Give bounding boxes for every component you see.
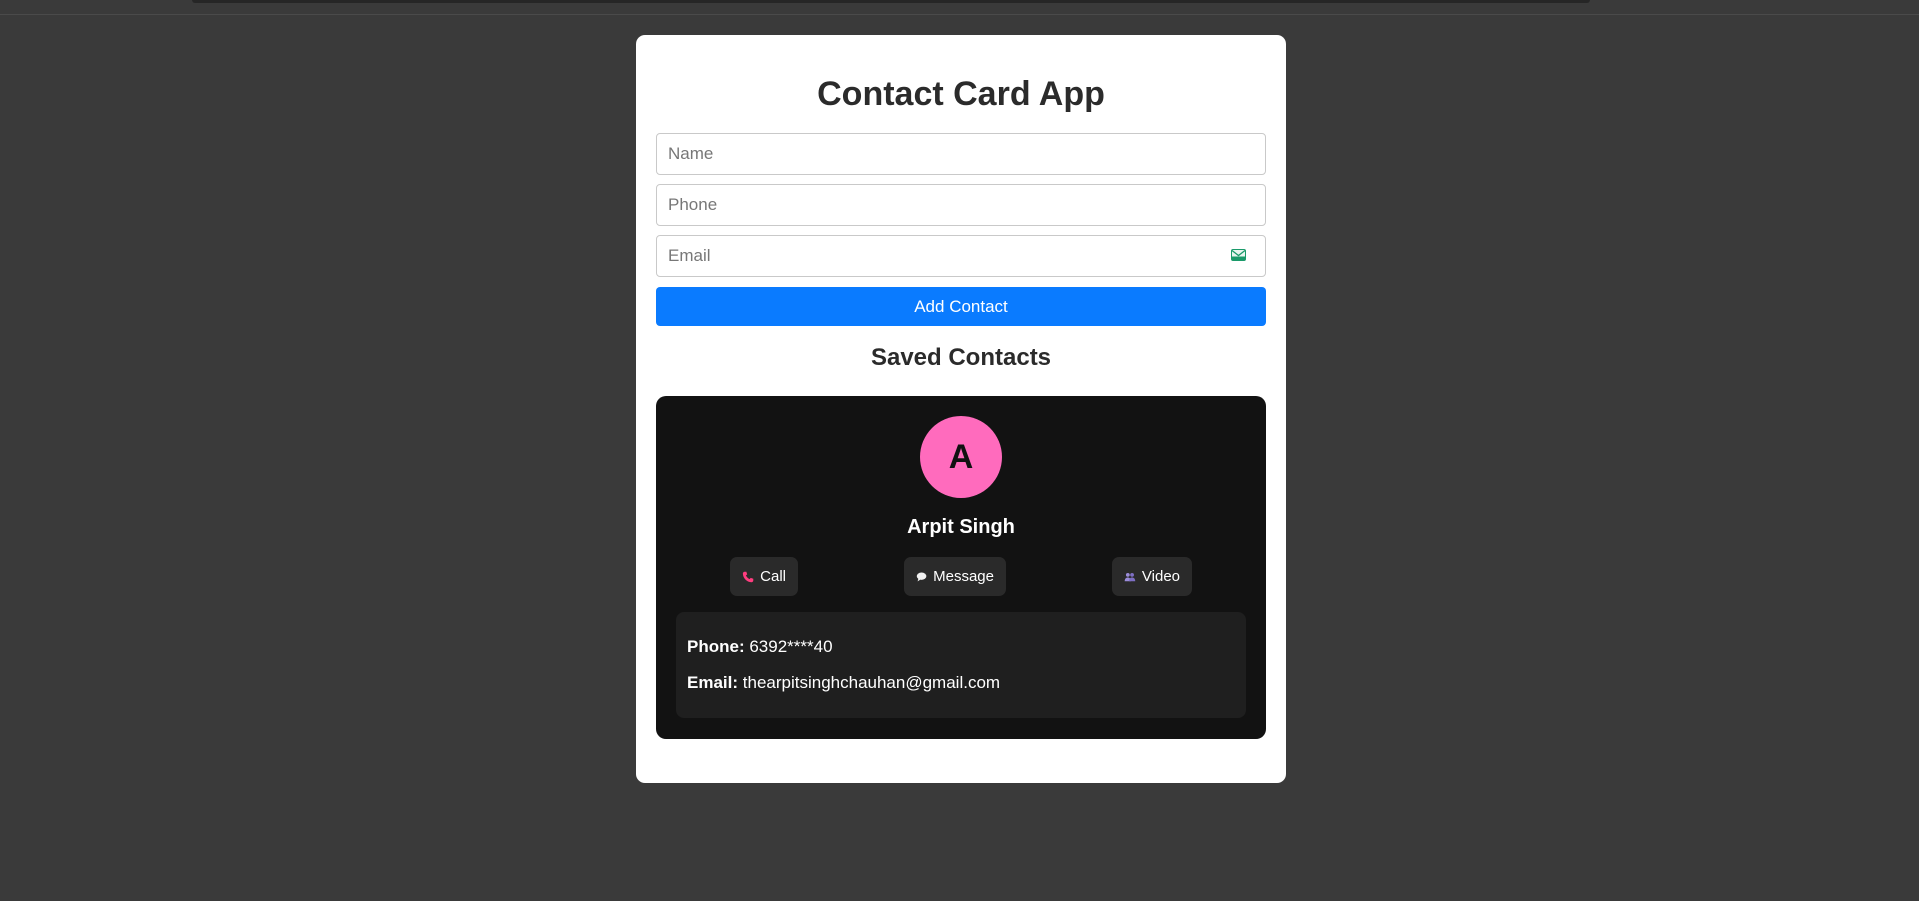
phone-icon: [742, 571, 754, 582]
contact-name: Arpit Singh: [907, 516, 1015, 538]
phone-detail: Phone: 6392****40: [687, 637, 1235, 673]
message-button[interactable]: Message: [904, 557, 1006, 596]
video-button[interactable]: Video: [1112, 557, 1192, 596]
app-title: Contact Card App: [817, 75, 1105, 113]
phone-field[interactable]: [656, 184, 1266, 226]
browser-top-bar: [192, 0, 1590, 3]
phone-input[interactable]: [657, 185, 1265, 225]
people-icon: [1124, 572, 1136, 581]
browser-top-strip: [0, 0, 1919, 15]
contact-details: Phone: 6392****40 Email: thearpitsinghch…: [676, 612, 1246, 718]
email-detail-label: Email:: [687, 673, 739, 692]
name-field[interactable]: [656, 133, 1266, 175]
contact-card: A Arpit Singh Call Message Video Phone: …: [656, 396, 1266, 739]
phone-detail-label: Phone:: [687, 637, 745, 656]
app-card: Contact Card App Add Contact Saved Conta…: [636, 35, 1286, 783]
email-field[interactable]: [656, 235, 1266, 277]
message-label: Message: [933, 568, 994, 585]
email-detail: Email: thearpitsinghchauhan@gmail.com: [687, 673, 1235, 709]
envelope-icon[interactable]: [1231, 249, 1246, 261]
name-input[interactable]: [657, 134, 1265, 174]
saved-contacts-title: Saved Contacts: [870, 344, 1052, 371]
add-contact-button[interactable]: Add Contact: [656, 287, 1266, 326]
call-button[interactable]: Call: [730, 557, 798, 596]
email-input[interactable]: [657, 236, 1265, 276]
phone-detail-value: 6392****40: [749, 637, 833, 656]
video-label: Video: [1141, 568, 1180, 585]
avatar: A: [920, 416, 1002, 498]
email-detail-value: thearpitsinghchauhan@gmail.com: [742, 673, 1001, 692]
speech-bubble-icon: [916, 572, 927, 581]
call-label: Call: [760, 568, 786, 585]
